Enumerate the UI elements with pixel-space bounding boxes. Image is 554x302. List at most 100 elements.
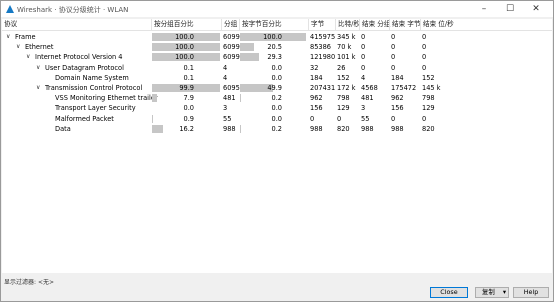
byte-percent-value: 0.0 (271, 73, 283, 82)
end-packets-value: 481 (361, 94, 374, 103)
end-packets-value: 3 (361, 104, 366, 113)
table-row[interactable]: ∨ Ethernet 100.0 6099 20.5 85386 70 k 0 0 0 (2, 42, 552, 52)
table-row[interactable]: ∨ Internet Protocol Version 4 100.0 6099 29.… (2, 52, 552, 62)
byte-percent-value: 0.2 (271, 94, 283, 103)
packets-value: 4 (223, 63, 228, 72)
column-header-0[interactable]: 协议 (2, 19, 151, 30)
protocol-name: VSS Monitoring Ethernet trailer (55, 94, 158, 103)
wireshark-fin-icon (6, 5, 14, 13)
expand-chevron-icon[interactable]: ∨ (26, 52, 30, 62)
bps-value: 172 k (337, 84, 356, 92)
table-header: 协议 按分组百分比 分组 按字节百分比 字节 比特/秒 结束 分组 结束 字节 结束 位/秒 (2, 19, 552, 31)
display-filter-status: 显示过滤器: <无> (4, 277, 54, 286)
packet-percent-value: 0.9 (183, 114, 195, 123)
end-bytes-value: 0 (391, 114, 396, 123)
packet-percent-value: 100.0 (175, 53, 194, 62)
end-packets-value: 0 (361, 43, 366, 52)
bps-value: 798 (337, 94, 350, 103)
packet-percent-value: 100.0 (175, 33, 194, 41)
display-filter-label: 显示过滤器: (4, 279, 37, 286)
bytes-value: 156 (310, 104, 323, 113)
end-bytes-value: 184 (391, 73, 404, 82)
bps-value: 152 (337, 73, 350, 82)
window-title: Wireshark · 协议分级统计 · WLAN (17, 6, 129, 14)
end-bps-value: 0 (422, 53, 427, 62)
bps-value: 820 (337, 124, 350, 133)
end-packets-value: 55 (361, 114, 370, 123)
end-bytes-value: 988 (391, 124, 404, 133)
bps-value: 345 k (337, 33, 356, 41)
byte-percent-value: 0.0 (271, 104, 283, 113)
protocol-name: Frame (15, 33, 36, 41)
end-packets-value: 4568 (361, 84, 378, 92)
end-bps-value: 0 (422, 33, 427, 41)
bps-value: 0 (337, 114, 342, 123)
app-window: Wireshark · 协议分级统计 · WLAN – ☐ ✕ 协议 按分组百分比… (0, 0, 554, 302)
table-row[interactable]: Domain Name System 0.1 4 0.0 184 152 4 184 152 (2, 73, 552, 83)
table-row[interactable]: ∨ Transmission Control Protocol 99.9 6095 49… (2, 83, 552, 93)
close-button[interactable]: Close (430, 287, 468, 298)
packets-value: 3 (223, 104, 228, 113)
byte-percent-value: 0.0 (271, 63, 283, 72)
bytes-value: 207431 (310, 84, 336, 92)
table-row[interactable]: VSS Monitoring Ethernet trailer 7.9 481 0.2… (2, 93, 552, 103)
end-bps-value: 0 (422, 43, 427, 52)
title-bar: Wireshark · 协议分级统计 · WLAN – ☐ ✕ (1, 1, 553, 17)
packets-value: 6099 (223, 43, 240, 52)
byte-percent-value: 20.5 (267, 43, 282, 52)
help-button[interactable]: Help (513, 287, 549, 298)
column-header-4[interactable]: 字节 (308, 19, 335, 30)
display-filter-value: <无> (37, 279, 55, 286)
packet-percent-value: 100.0 (175, 43, 194, 52)
byte-percent-value: 0.2 (271, 124, 283, 133)
minimize-icon[interactable]: – (471, 1, 497, 17)
expand-chevron-icon[interactable]: ∨ (36, 63, 40, 73)
column-header-6[interactable]: 结束 分组 (359, 19, 390, 30)
packet-percent-value: 0.1 (183, 73, 195, 82)
expand-chevron-icon[interactable]: ∨ (16, 42, 20, 52)
packet-percent-value: 0.1 (183, 63, 195, 72)
column-header-8[interactable]: 结束 位/秒 (420, 19, 460, 30)
protocol-name: Domain Name System (55, 73, 129, 82)
column-header-5[interactable]: 比特/秒 (335, 19, 360, 30)
packet-percent-value: 0.0 (183, 104, 195, 113)
column-header-1[interactable]: 按分组百分比 (151, 19, 221, 30)
table-row[interactable]: Transport Layer Security 0.0 3 0.0 156 129 3 15… (2, 103, 552, 113)
packet-percent-value: 7.9 (183, 94, 195, 103)
end-bytes-value: 175472 (391, 84, 417, 92)
bytes-value: 988 (310, 124, 323, 133)
end-packets-value: 988 (361, 124, 374, 133)
end-bytes-value: 962 (391, 94, 404, 103)
end-packets-value: 0 (361, 63, 366, 72)
packets-value: 55 (223, 114, 232, 123)
packets-value: 6099 (223, 53, 240, 62)
copy-dropdown-arrow-icon[interactable]: ▾ (501, 287, 509, 298)
column-header-2[interactable]: 分组 (221, 19, 239, 30)
bytes-value: 415975 (310, 33, 336, 41)
expand-chevron-icon[interactable]: ∨ (36, 83, 40, 93)
end-packets-value: 4 (361, 73, 366, 82)
table-row[interactable]: Data 16.2 988 0.2 988 820 988 988 820 (2, 124, 552, 134)
end-bps-value: 0 (422, 114, 427, 123)
close-icon[interactable]: ✕ (523, 1, 549, 17)
end-bps-value: 152 (422, 73, 435, 82)
column-header-7[interactable]: 结束 字节 (389, 19, 420, 30)
table-row[interactable]: ∨ Frame 100.0 6099 100.0 415975 345 k 0 0 0 (2, 32, 552, 42)
end-bps-value: 145 k (422, 84, 441, 92)
protocol-hierarchy-table[interactable]: 协议 按分组百分比 分组 按字节百分比 字节 比特/秒 结束 分组 结束 字节 结束 位/秒 ∨… (2, 19, 552, 273)
column-header-3[interactable]: 按字节百分比 (239, 19, 308, 30)
end-packets-value: 0 (361, 33, 366, 41)
end-bps-value: 820 (422, 124, 435, 133)
table-row[interactable]: ∨ User Datagram Protocol 0.1 4 0.0 32 26 0 0 0 (2, 63, 552, 73)
bps-value: 70 k (337, 43, 352, 52)
protocol-name: Internet Protocol Version 4 (35, 53, 123, 62)
bytes-value: 962 (310, 94, 323, 103)
table-row[interactable]: Malformed Packet 0.9 55 0.0 0 0 55 0 0 (2, 114, 552, 124)
maximize-icon[interactable]: ☐ (497, 1, 523, 17)
protocol-name: Transmission Control Protocol (45, 84, 143, 92)
protocol-name: Malformed Packet (55, 114, 114, 123)
packet-percent-value: 99.9 (179, 84, 194, 92)
expand-chevron-icon[interactable]: ∨ (6, 32, 10, 42)
packets-value: 4 (223, 73, 228, 82)
packets-value: 6099 (223, 33, 240, 41)
